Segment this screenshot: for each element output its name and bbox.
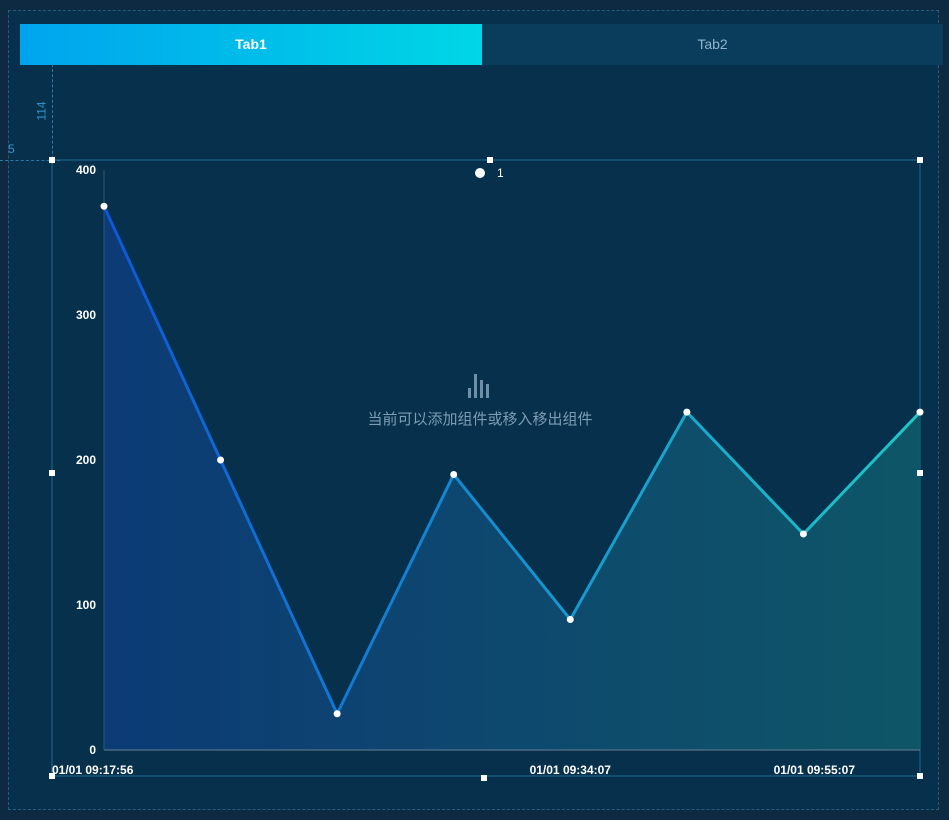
data-point[interactable] bbox=[566, 616, 574, 623]
data-point[interactable] bbox=[799, 530, 807, 538]
x-tick-label: 01/01 09:55:07 bbox=[774, 763, 856, 777]
data-point[interactable] bbox=[217, 456, 225, 464]
y-tick-label: 400 bbox=[76, 163, 96, 177]
data-point[interactable] bbox=[683, 408, 691, 416]
selection-badge: 1 bbox=[497, 166, 504, 180]
data-point[interactable] bbox=[333, 710, 341, 718]
data-point[interactable] bbox=[450, 471, 458, 478]
y-tick-label: 200 bbox=[76, 453, 96, 467]
y-tick-label: 300 bbox=[76, 308, 96, 322]
anchor-dot[interactable] bbox=[475, 168, 485, 178]
resize-handle[interactable] bbox=[917, 157, 923, 163]
data-point[interactable] bbox=[100, 202, 108, 210]
y-tick-label: 0 bbox=[89, 743, 96, 757]
resize-handle[interactable] bbox=[917, 773, 923, 779]
chart-bars-icon bbox=[468, 374, 489, 398]
data-point[interactable] bbox=[916, 408, 924, 416]
resize-handle[interactable] bbox=[481, 775, 487, 781]
resize-handle[interactable] bbox=[917, 470, 923, 476]
x-tick-label: 01/01 09:17:56 bbox=[52, 763, 134, 777]
empty-hint-text: 当前可以添加组件或移入移出组件 bbox=[367, 411, 593, 428]
resize-handle[interactable] bbox=[49, 157, 55, 163]
series-area bbox=[104, 206, 920, 750]
resize-handle[interactable] bbox=[49, 470, 55, 476]
resize-handle[interactable] bbox=[487, 157, 493, 163]
empty-hint: 当前可以添加组件或移入移出组件 bbox=[330, 370, 630, 429]
x-tick-label: 01/01 09:34:07 bbox=[530, 763, 612, 777]
resize-handle[interactable] bbox=[49, 773, 55, 779]
y-tick-label: 100 bbox=[76, 598, 96, 612]
